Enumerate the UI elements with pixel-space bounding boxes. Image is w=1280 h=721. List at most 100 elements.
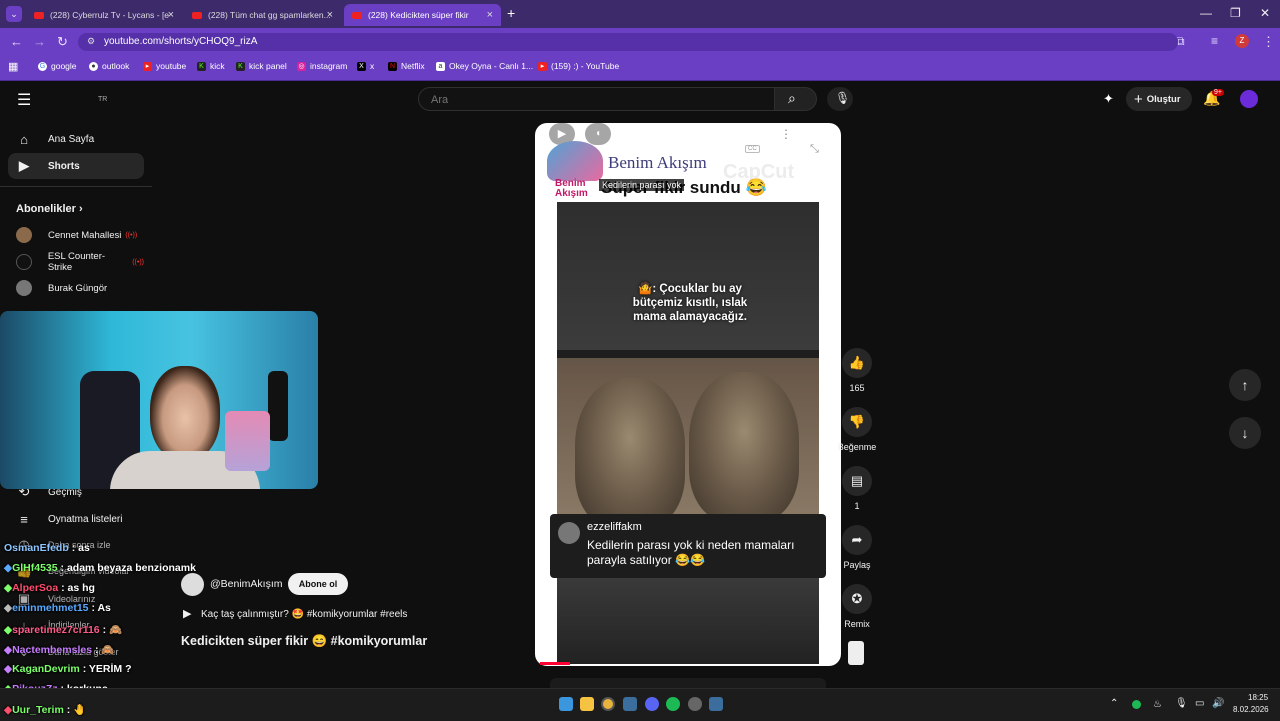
subscribe-button[interactable]: Abone ol [288, 573, 348, 595]
chat-message: ◆AlperSoa : as hg [4, 582, 95, 594]
restore-icon[interactable]: ❐ [1230, 6, 1241, 20]
dislike-button[interactable]: 👎 Beğenme [834, 407, 880, 452]
more-options-icon[interactable]: ⋮ [780, 127, 792, 141]
clock-time[interactable]: 18:25 [1248, 693, 1268, 702]
create-button[interactable]: + Oluştur [1126, 87, 1192, 111]
close-tab-icon[interactable]: × [168, 9, 174, 21]
forward-icon[interactable]: → [33, 34, 46, 49]
playlist-icon: ≡ [20, 511, 28, 527]
chrome-icon[interactable] [601, 697, 615, 711]
tray-green-icon[interactable] [1132, 700, 1141, 709]
share-button[interactable]: ➦ Paylaş [841, 525, 873, 570]
cat-right [689, 372, 799, 522]
sidebar-item-playlists[interactable]: ≡ Oynatma listeleri [8, 506, 144, 532]
minimize-icon[interactable]: — [1200, 6, 1212, 20]
sidebar-item-shorts[interactable]: ▶ Shorts [8, 153, 144, 179]
webcam-overlay [0, 311, 318, 489]
apps-grid-icon[interactable]: ▦ [8, 60, 18, 73]
like-count: 165 [849, 383, 865, 393]
bookmark-okey[interactable]: a Okey Oyna - Canlı 1... [436, 61, 533, 71]
volume-button[interactable]: ◖ [585, 123, 611, 145]
search-box[interactable] [418, 87, 775, 111]
sidebar-sub-burak[interactable]: Burak Güngör [8, 275, 144, 301]
close-tab-icon[interactable]: × [327, 9, 333, 21]
volume-icon[interactable]: 🔊 [1212, 698, 1224, 709]
network-icon[interactable]: ▭ [1195, 698, 1204, 709]
steam-2-icon[interactable] [709, 697, 723, 711]
search-button[interactable]: ⌕ [775, 87, 817, 111]
url-text[interactable]: youtube.com/shorts/yCHOQ9_rizA [104, 36, 257, 47]
new-tab-button[interactable]: + [507, 5, 515, 21]
bookmark-outlook[interactable]: ● outlook [89, 61, 129, 71]
comments-button[interactable]: ▤ 1 [841, 466, 873, 511]
file-explorer-icon[interactable] [580, 697, 594, 711]
tray-chevron-icon[interactable]: ⌃ [1110, 698, 1118, 709]
microphone [268, 371, 288, 441]
fullscreen-icon[interactable]: ⤡ [810, 143, 819, 156]
bookmark-instagram[interactable]: ◎ instagram [297, 61, 347, 71]
sub-label: Cennet Mahallesi [48, 229, 122, 241]
spotify-icon[interactable] [666, 697, 680, 711]
comment-text: Kedilerin parası yok ki neden mamaları p… [587, 538, 795, 567]
sidebar-divider [0, 186, 152, 187]
tab-search-button[interactable]: ⌄ [6, 6, 22, 22]
bookmark-kick[interactable]: Kkick [197, 61, 225, 71]
discord-icon[interactable] [645, 697, 659, 711]
reload-icon[interactable]: ↻ [57, 34, 68, 50]
bookmark-youtube-2[interactable]: ▸ (159) :) - YouTube [538, 61, 619, 71]
search-icon: ⌕ [788, 90, 796, 106]
channel-avatar[interactable] [181, 573, 204, 596]
steam-icon[interactable] [623, 697, 637, 711]
tab-2[interactable]: (228) Tüm chat gg spamlarken... × [184, 4, 341, 26]
caption-chip: Kedilerin parası yok [599, 179, 685, 191]
close-window-icon[interactable]: ✕ [1260, 6, 1270, 20]
remix-button[interactable]: ✪ Remix [841, 584, 873, 629]
bookmark-label: (159) :) - YouTube [551, 61, 620, 71]
sidebar-sub-esl[interactable]: ESL Counter-Strike ((•)) [8, 249, 144, 275]
tab-3-active[interactable]: (228) Kedicikten süper fikir × [344, 4, 501, 26]
create-label: Oluştur [1146, 93, 1181, 105]
tab-1[interactable]: (228) Cyberrulz Tv - Lycans - [e × [26, 4, 182, 26]
clock-date[interactable]: 8.02.2026 [1233, 705, 1269, 714]
streamer-head [150, 366, 220, 461]
hamburger-menu-icon[interactable]: ☰ [17, 90, 31, 110]
subscriptions-heading[interactable]: Abonelikler › [16, 203, 83, 215]
tray-steam-icon[interactable]: ♨ [1153, 699, 1162, 710]
bookmark-kick-panel[interactable]: Kkick panel [236, 61, 287, 71]
cast-icon[interactable]: ✦ [1103, 91, 1114, 107]
scroll-up-button[interactable]: ↑ [1229, 369, 1261, 401]
bookmark-youtube[interactable]: ▸ youtube [143, 61, 186, 71]
app-icon[interactable] [688, 697, 702, 711]
chat-user: Uur_Terim [12, 704, 64, 716]
dislike-label: Beğenme [837, 442, 877, 452]
profile-avatar[interactable]: Z [1235, 34, 1249, 48]
sound-thumbnail[interactable] [848, 641, 864, 665]
bookmark-label: x [370, 61, 375, 71]
like-button[interactable]: 👍 165 [841, 348, 873, 393]
chat-badge-icon: ◆ [4, 624, 13, 636]
menu-dots-icon[interactable]: ⋮ [1262, 34, 1275, 50]
next-video-preview[interactable] [550, 678, 826, 688]
windows-start-icon[interactable] [559, 697, 573, 711]
media-icon[interactable]: ≡ [1211, 34, 1218, 48]
sidebar-item-home[interactable]: ⌂ Ana Sayfa [8, 126, 144, 152]
site-info-icon[interactable]: ⚙ [87, 36, 95, 47]
bookmark-x[interactable]: Xx [357, 61, 374, 71]
sidebar-sub-cennet[interactable]: Cennet Mahallesi ((•)) [8, 222, 144, 248]
sub-label: ESL Counter-Strike [47, 251, 106, 273]
voice-search-button[interactable]: 🎙 [827, 87, 853, 111]
brand-short: Benim Akışım [555, 178, 588, 199]
plus-icon: + [1134, 90, 1143, 108]
scroll-down-button[interactable]: ↓ [1229, 417, 1261, 449]
live-icon: ((•)) [132, 258, 144, 266]
mic-tray-icon[interactable]: 🎙 [1175, 698, 1188, 709]
bookmark-netflix[interactable]: N Netflix [388, 61, 425, 71]
search-input[interactable] [429, 93, 733, 107]
channel-name[interactable]: @BenimAkışım [210, 578, 283, 590]
account-avatar[interactable] [1240, 90, 1258, 108]
close-tab-icon[interactable]: × [487, 9, 493, 21]
back-icon[interactable]: ← [10, 34, 23, 49]
progress-bar[interactable] [540, 662, 570, 665]
cc-badge[interactable]: CC [745, 145, 760, 153]
bookmark-google[interactable]: Ggoogle [38, 61, 77, 71]
